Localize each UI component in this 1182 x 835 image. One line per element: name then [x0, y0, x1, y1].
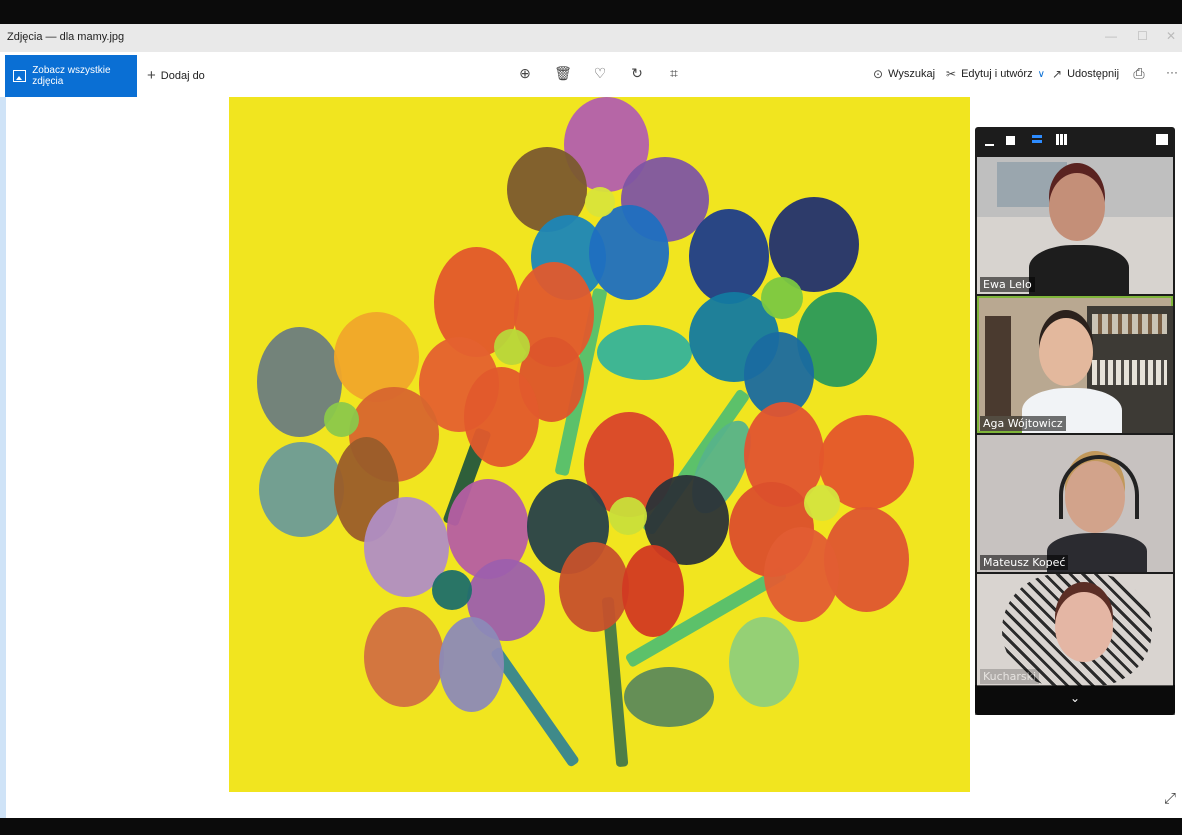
more-icon[interactable]: ···	[1163, 65, 1181, 79]
close-button[interactable]: ✕	[1166, 29, 1176, 43]
pop-out-icon[interactable]	[1156, 134, 1168, 145]
zoom-panel-toolbar	[975, 127, 1175, 154]
strip-view-icon[interactable]	[1032, 135, 1042, 138]
leaf	[624, 667, 714, 727]
participant-face	[1039, 318, 1093, 386]
zoom-video-panel: Ewa Lelo Aga Wójtowicz Mateusz Kopeć Kuc…	[975, 127, 1175, 715]
flower-center	[761, 277, 803, 319]
search-label: Wyszukaj	[888, 68, 936, 80]
participant-face	[1055, 592, 1113, 662]
single-view-icon[interactable]	[1006, 136, 1015, 145]
flower-artwork-photo	[229, 97, 970, 792]
flower-center	[324, 402, 359, 437]
books	[1092, 360, 1167, 385]
petal	[559, 542, 629, 632]
scroll-down-button[interactable]: ⌄	[975, 685, 1175, 715]
participant-face	[1049, 173, 1105, 241]
photos-toolbar: Zobacz wszystkie zdjęcia + Dodaj do ⊕ 🗑 …	[0, 52, 1182, 97]
add-to-label: Dodaj do	[160, 69, 205, 82]
chevron-down-icon: ⌄	[1069, 691, 1081, 705]
plus-icon: +	[147, 67, 156, 84]
video-tile-active-speaker[interactable]: Aga Wójtowicz	[977, 296, 1173, 433]
favorite-icon[interactable]: ♡	[591, 65, 609, 82]
leaf	[729, 617, 799, 707]
see-all-photos-label: Zobacz wszystkie zdjęcia	[32, 65, 111, 87]
visual-search-icon: ⊙	[873, 67, 884, 81]
search-button[interactable]: ⊙ Wyszukaj	[873, 67, 935, 81]
share-label: Udostępnij	[1067, 68, 1120, 80]
participant-name: Ewa Lelo	[980, 277, 1035, 292]
edit-create-button[interactable]: ✂ Edytuj i utwórz ∨	[946, 67, 1045, 81]
chevron-down-icon: ∨	[1037, 68, 1045, 80]
flower-center	[804, 485, 840, 521]
leaf	[597, 325, 692, 380]
crop-icon[interactable]: ⌗	[665, 65, 683, 82]
video-tile[interactable]: Mateusz Kopeć	[977, 435, 1173, 572]
top-black-bar	[0, 0, 1182, 24]
see-all-photos-button[interactable]: Zobacz wszystkie zdjęcia	[5, 55, 137, 97]
maximize-button[interactable]: ☐	[1137, 29, 1148, 43]
books	[1092, 314, 1167, 334]
participant-name: Aga Wójtowicz	[980, 416, 1066, 431]
left-window-edge	[0, 97, 6, 818]
gallery-view-icon[interactable]	[1056, 134, 1067, 145]
minimize-video-icon[interactable]	[985, 144, 994, 146]
petal	[464, 367, 539, 467]
participant-name: Kucharski	[980, 669, 1040, 684]
shelf-left	[985, 316, 1011, 416]
video-tile[interactable]: Ewa Lelo	[977, 157, 1173, 294]
photo-icon	[13, 70, 27, 82]
petal	[622, 545, 684, 637]
petal	[589, 205, 669, 300]
share-icon: ↗	[1052, 67, 1063, 81]
flower-center	[609, 497, 647, 535]
scissors-icon: ✂	[946, 67, 957, 81]
title-bar: Zdjęcia — dla mamy.jpg — ☐ ✕	[0, 24, 1182, 52]
video-tile[interactable]: Kucharski	[977, 574, 1173, 686]
minimize-button[interactable]: —	[1105, 29, 1117, 43]
headphones-icon	[1059, 455, 1139, 519]
bottom-black-bar	[0, 818, 1182, 835]
zoom-icon[interactable]: ⊕	[516, 65, 534, 82]
rotate-icon[interactable]: ↻	[628, 65, 646, 82]
petal	[364, 607, 444, 707]
delete-icon[interactable]: 🗑	[554, 65, 572, 82]
petal	[764, 527, 839, 622]
participant-body	[1029, 245, 1129, 294]
flower-center	[585, 187, 615, 217]
share-button[interactable]: ↗ Udostępnij	[1052, 67, 1119, 81]
window-title: Zdjęcia — dla mamy.jpg	[7, 31, 125, 43]
petal	[439, 617, 504, 712]
petal	[689, 209, 769, 304]
flower-center	[494, 329, 530, 365]
expand-icon[interactable]: ⤢	[1164, 790, 1176, 807]
participant-name: Mateusz Kopeć	[980, 555, 1069, 570]
flower-center	[432, 570, 472, 610]
add-to-button[interactable]: + Dodaj do	[147, 67, 205, 84]
print-icon[interactable]: ⎙	[1130, 65, 1148, 82]
petal	[259, 442, 344, 537]
edit-create-label: Edytuj i utwórz	[961, 68, 1033, 80]
